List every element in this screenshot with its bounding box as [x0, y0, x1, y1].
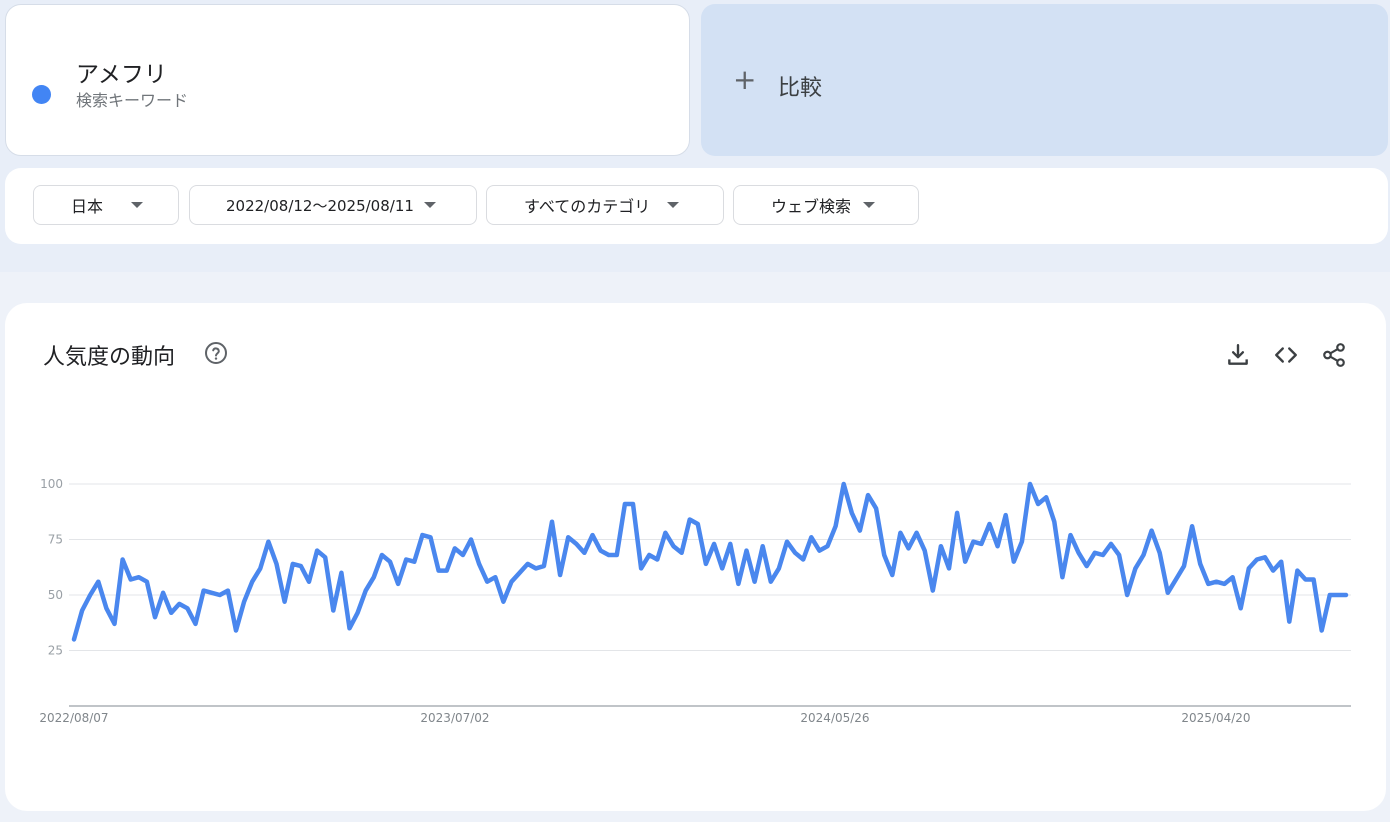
x-tick-label: 2022/08/07: [39, 711, 108, 725]
y-tick-label: 75: [48, 533, 63, 547]
x-tick-label: 2025/04/20: [1181, 711, 1250, 725]
x-tick-label: 2024/05/26: [800, 711, 869, 725]
y-tick-label: 50: [48, 588, 63, 602]
x-tick-label: 2023/07/02: [420, 711, 489, 725]
y-tick-label: 100: [40, 477, 63, 491]
y-tick-label: 25: [48, 644, 63, 658]
trend-line-chart: 25 50 75 100 2022/08/07 2023/07/02 2024/05/26 2…: [39, 477, 1351, 725]
series-line: [71, 481, 1349, 642]
